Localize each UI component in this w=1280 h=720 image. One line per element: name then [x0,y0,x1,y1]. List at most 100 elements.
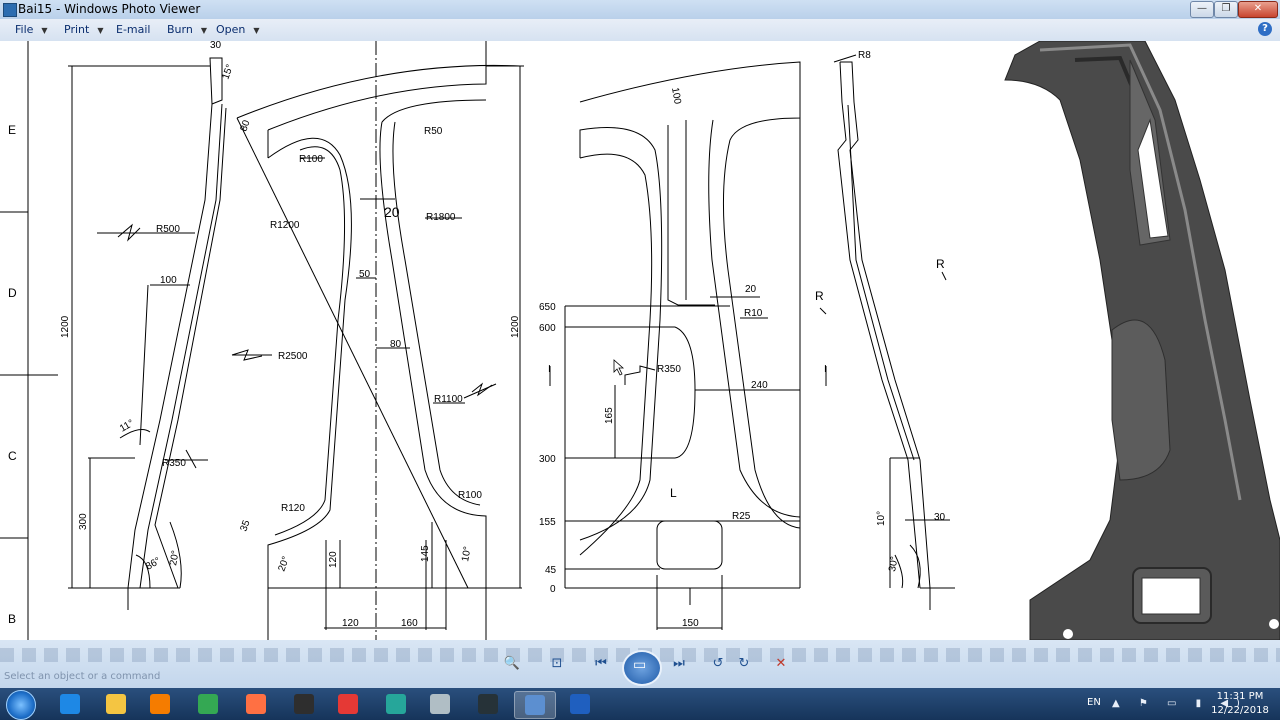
clock-time[interactable]: 11:31 PM [1205,691,1275,702]
chrome-icon [198,694,218,714]
dim-160: 160 [401,618,418,629]
window-title: Bai15 - Windows Photo Viewer [18,2,201,16]
front-view [231,41,524,640]
3ds-max-icon [294,694,314,714]
delete-icon: ✕ [775,656,787,671]
dim-r350-section: R350 [657,364,681,375]
menu-open[interactable]: Open ▼ [216,23,260,36]
app-dark-icon [478,694,498,714]
dim-height-1200: 1200 [60,315,71,338]
rotate-cw-icon: ↻ [738,656,750,671]
dim-angle-15: 15° [220,63,236,81]
dim-120-vertical: 120 [328,551,339,568]
dim-height-1200-front: 1200 [510,315,521,338]
section-marker-i-left: I [548,364,551,375]
menu-email-label: E-mail [116,23,151,36]
left-view-dimensions: 30 15° R500 100 1200 11° R350 300 86° 20… [60,41,236,573]
actual-size-icon: ⊡ [551,656,563,671]
dim-angle-20-front: 20° [276,555,292,573]
menu-burn-label: Burn [167,23,193,36]
chevron-down-icon: ▼ [97,26,104,35]
word-icon [570,694,590,714]
row-label-b: B [8,612,16,626]
mouse-cursor-icon [613,359,625,376]
help-icon[interactable]: ? [1258,22,1272,36]
row-label-d: D [8,286,17,300]
taskbar-app-orange-button[interactable] [236,691,276,717]
front-view-dimensions: 80 R100 R50 20 R1800 R1200 50 R2500 80 1… [238,118,521,629]
rotate-ccw-icon: ↺ [712,656,724,671]
taskbar-word-button[interactable] [560,691,600,717]
start-button[interactable] [6,690,36,720]
minimize-button[interactable]: — [1190,1,1214,18]
ie-icon [60,694,80,714]
slideshow-button[interactable]: ▭ [622,650,662,686]
dim-angle-30: 30° [887,556,900,573]
dim-20: 20 [384,204,400,220]
dim-r50: R50 [424,126,443,137]
chevron-down-icon: ▼ [253,26,260,35]
dim-150: 150 [682,618,699,629]
rotate-counterclockwise-button[interactable]: ↺ [708,656,728,676]
next-button[interactable]: ⏭ [668,656,690,676]
taskbar-chrome-button[interactable] [188,691,228,717]
dim-angle-86: 86° [144,556,163,573]
rotate-clockwise-button[interactable]: ↻ [734,656,754,676]
taskbar-explorer-button[interactable] [96,691,136,717]
dim-50: 50 [359,269,371,280]
image-viewport[interactable]: E D C B 30 15° R500 100 1200 11° R350 30 [0,41,1280,640]
title-bar: Bai15 - Windows Photo Viewer — ❐ ✕ [0,0,1280,20]
taskbar-ie-button[interactable] [50,691,90,717]
dim-145: 145 [420,545,431,562]
menu-file[interactable]: File ▼ [15,23,48,36]
taskbar-3ds-max-button[interactable] [284,691,324,717]
zoom-button[interactable]: 🔍 [500,656,524,676]
slideshow-icon: ▭ [633,657,647,673]
scale-600: 600 [539,323,556,334]
maximize-button[interactable]: ❐ [1214,1,1238,18]
taskbar-app-network-button[interactable] [328,691,368,717]
section-view [549,61,801,630]
scale-45: 45 [545,565,557,576]
menu-email[interactable]: E-mail [116,23,151,36]
dim-r350: R350 [162,458,186,469]
dim-r1800: R1800 [426,212,456,223]
scale-155: 155 [539,517,556,528]
dim-r100-a: R100 [299,154,323,165]
taskbar: EN ▲ ⚑ ▭ ▮ ◀) 11:31 PM 12/22/2018 [0,688,1280,720]
photo-viewer-icon [525,695,545,715]
app-network-icon [338,694,358,714]
taskbar-app-dark-button[interactable] [468,691,508,717]
taskbar-app-solidworks-button[interactable] [376,691,416,717]
taskbar-media-player-button[interactable] [140,691,180,717]
chevron-down-icon: ▼ [41,26,48,35]
next-icon: ⏭ [673,656,685,671]
menu-bar: File ▼ Print ▼ E-mail Burn ▼ Open ▼ ? [0,19,1280,42]
dim-240: 240 [751,380,768,391]
section-marker-i-right: I [824,364,827,375]
explorer-icon [106,694,126,714]
app-solidworks-icon [386,694,406,714]
section-view-dimensions: 650 600 300 155 45 0 100 20 R10 R350 240… [539,87,768,629]
clock-date[interactable]: 12/22/2018 [1205,705,1275,716]
language-indicator[interactable]: EN [1087,697,1101,708]
media-player-icon [150,694,170,714]
dim-angle-20: 20° [168,550,181,567]
app-orange-icon [246,694,266,714]
actual-size-button[interactable]: ⊡ [547,656,567,676]
delete-button[interactable]: ✕ [771,656,791,676]
engineering-drawing: E D C B 30 15° R500 100 1200 11° R350 30 [0,41,1280,640]
dim-r500: R500 [156,224,180,235]
menu-print[interactable]: Print ▼ [64,23,103,36]
menu-open-label: Open [216,23,246,36]
previous-button[interactable]: ⏮ [590,656,612,676]
dim-angle-10: 10° [460,546,473,563]
menu-burn[interactable]: Burn ▼ [167,23,207,36]
status-text: Select an object or a command [4,671,161,682]
close-button[interactable]: ✕ [1238,1,1278,18]
taskbar-photo-viewer-button[interactable] [514,691,556,719]
taskbar-app-tool-button[interactable] [420,691,460,717]
dim-angle-11: 11° [118,418,136,435]
menu-file-label: File [15,23,34,36]
dim-r8: R8 [858,50,871,61]
